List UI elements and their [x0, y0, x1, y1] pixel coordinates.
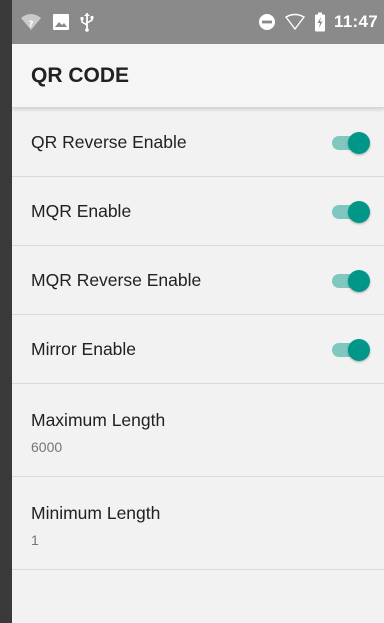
mqr-reverse-enable-switch[interactable] [330, 270, 370, 292]
setting-label: Mirror Enable [31, 339, 137, 359]
mirror-enable-switch[interactable] [330, 339, 370, 361]
do-not-disturb-icon [258, 13, 276, 31]
wifi-question-icon: ? [20, 13, 42, 31]
switch-thumb [348, 201, 370, 223]
setting-qr-reverse-enable[interactable]: QR Reverse Enable [12, 108, 384, 177]
setting-mqr-enable[interactable]: MQR Enable [12, 177, 384, 246]
status-bar-left: ? [20, 10, 94, 34]
qr-reverse-enable-switch[interactable] [330, 132, 370, 154]
setting-label: MQR Enable [31, 201, 132, 221]
battery-charging-icon [314, 12, 326, 32]
image-icon [52, 13, 70, 31]
settings-screen: ? 11:47 QR CODE QR Reverse Enable MQR En… [12, 0, 384, 623]
status-bar: ? 11:47 [12, 0, 384, 44]
app-bar: QR CODE [12, 44, 384, 108]
setting-mqr-reverse-enable[interactable]: MQR Reverse Enable [12, 246, 384, 315]
setting-maximum-length[interactable]: Maximum Length 6000 [12, 384, 384, 477]
status-time: 11:47 [333, 12, 378, 31]
setting-value: 6000 [31, 439, 63, 455]
svg-text:?: ? [28, 20, 33, 30]
setting-label: QR Reverse Enable [31, 132, 187, 152]
settings-list: QR Reverse Enable MQR Enable MQR Reverse… [12, 108, 384, 570]
setting-value: 1 [31, 532, 39, 548]
signal-icon [284, 13, 306, 31]
setting-mirror-enable[interactable]: Mirror Enable [12, 315, 384, 384]
switch-thumb [348, 132, 370, 154]
setting-minimum-length[interactable]: Minimum Length 1 [12, 477, 384, 570]
status-bar-right: 11:47 [258, 10, 378, 34]
setting-label: MQR Reverse Enable [31, 270, 202, 290]
usb-icon [80, 12, 94, 32]
switch-thumb [348, 270, 370, 292]
switch-thumb [348, 339, 370, 361]
setting-label: Minimum Length [31, 503, 161, 523]
setting-label: Maximum Length [31, 410, 166, 430]
mqr-enable-switch[interactable] [330, 201, 370, 223]
page-title: QR CODE [31, 64, 130, 87]
